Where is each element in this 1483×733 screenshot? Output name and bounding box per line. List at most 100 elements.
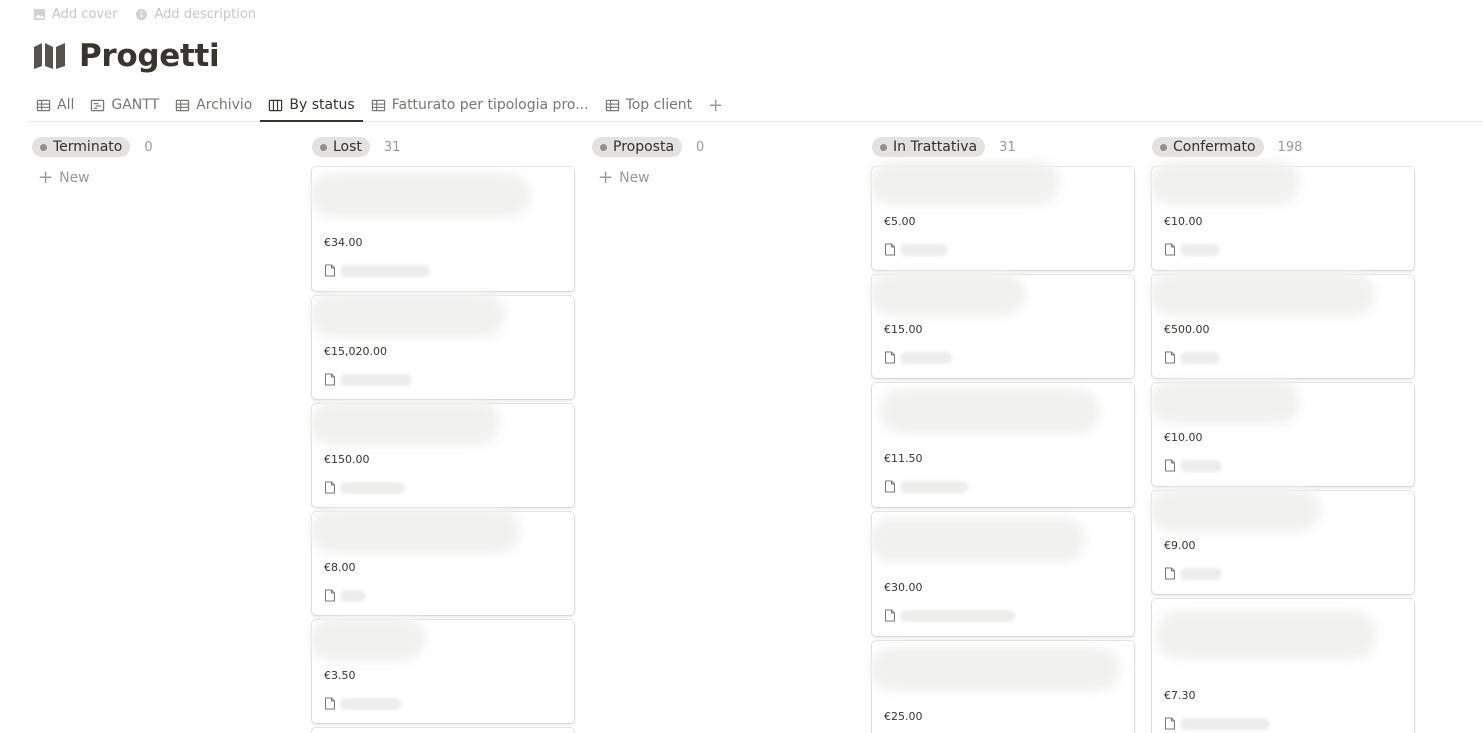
page-icon (885, 243, 895, 256)
page-title[interactable]: Progetti (79, 38, 220, 74)
card-relation[interactable] (324, 697, 402, 710)
board-card[interactable]: €3.50 (310, 617, 574, 723)
card-relation[interactable] (1164, 717, 1270, 730)
add-view-button[interactable]: + (700, 89, 731, 121)
column-header[interactable]: Lost 31 (312, 134, 574, 160)
new-card-button[interactable]: + New (32, 169, 294, 187)
status-pill[interactable]: Lost (312, 137, 370, 157)
tab-label: Archivio (196, 97, 253, 113)
relation-redacted (900, 480, 968, 493)
card-price: €10.00 (1164, 431, 1203, 444)
column-header[interactable]: In Trattativa 31 (872, 134, 1134, 160)
tab-fatturato[interactable]: Fatturato per tipologia pro... (363, 89, 597, 121)
card-relation[interactable] (884, 351, 952, 364)
card-title-redacted (1150, 272, 1375, 316)
map-icon[interactable] (33, 41, 67, 71)
status-pill[interactable]: In Trattativa (872, 137, 986, 157)
board-card[interactable]: €150.00 (310, 401, 574, 507)
board-card[interactable]: €15.00 (870, 272, 1134, 378)
add-description-button[interactable]: Add description (135, 7, 256, 22)
card-price: €34.00 (324, 236, 363, 249)
card-relation[interactable] (884, 609, 1015, 622)
board-column-lost: Lost 31 €34.00 €15,020.00 €150.00 €8.00 … (310, 134, 574, 733)
board-card[interactable]: €8.00 (310, 509, 574, 615)
board-card[interactable]: €7.30 (1152, 599, 1414, 733)
card-title-redacted (1150, 488, 1320, 532)
new-card-button[interactable]: + New (592, 169, 854, 187)
status-dot (880, 143, 887, 151)
column-name: Lost (333, 139, 362, 155)
card-price: €7.30 (1164, 689, 1196, 702)
relation-redacted (340, 264, 430, 277)
tab-all[interactable]: All (28, 89, 82, 121)
table-icon (36, 99, 51, 111)
tab-by-status[interactable]: By status (260, 89, 364, 122)
card-relation[interactable] (884, 243, 948, 256)
page-icon (325, 264, 335, 277)
column-count: 198 (1277, 139, 1303, 155)
status-pill[interactable]: Proposta (592, 137, 683, 157)
card-title-redacted (1156, 611, 1376, 659)
board-card[interactable]: €500.00 (1150, 272, 1414, 378)
board-card[interactable]: €30.00 (870, 512, 1134, 636)
tab-label: All (57, 97, 75, 113)
card-price: €5.00 (884, 215, 916, 228)
card-relation[interactable] (324, 481, 405, 494)
status-dot (40, 143, 47, 151)
tab-label: By status (289, 97, 355, 113)
relation-redacted (900, 609, 1015, 622)
relation-redacted (340, 481, 405, 494)
page-icon (1165, 567, 1175, 580)
column-count: 0 (144, 139, 153, 155)
card-relation[interactable] (324, 264, 430, 277)
page-icon (1165, 717, 1175, 730)
relation-redacted (1180, 351, 1220, 364)
column-name: Confermato (1173, 139, 1256, 155)
status-pill[interactable]: Terminato (32, 137, 131, 157)
board-card[interactable]: €11.50 (872, 383, 1134, 507)
column-header[interactable]: Confermato 198 (1152, 134, 1414, 160)
relation-redacted (340, 373, 412, 386)
card-relation[interactable] (324, 589, 366, 602)
card-relation[interactable] (1164, 459, 1222, 472)
card-price: €25.00 (884, 710, 923, 723)
card-relation[interactable] (1164, 567, 1222, 580)
tab-top-client[interactable]: Top client (597, 89, 701, 121)
column-name: Proposta (613, 139, 675, 155)
board-card[interactable]: €10.00 (1150, 380, 1414, 486)
board-card[interactable]: €9.00 (1150, 488, 1414, 594)
board-card[interactable]: €5.00 (870, 161, 1134, 270)
board-card[interactable]: €15,020.00 (310, 293, 574, 399)
card-price: €15.00 (884, 323, 923, 336)
add-description-label: Add description (154, 7, 257, 22)
card-title-redacted (310, 509, 520, 553)
board-card[interactable] (312, 728, 574, 733)
page-icon (885, 480, 895, 493)
timeline-icon (91, 99, 105, 111)
tab-gantt[interactable]: GANTT (82, 89, 167, 121)
column-header[interactable]: Proposta 0 (592, 134, 854, 160)
board-card[interactable]: €34.00 (310, 167, 574, 291)
board-card[interactable]: €25.00 (870, 641, 1134, 733)
board-card[interactable]: €10.00 (1150, 161, 1414, 270)
tab-archivio[interactable]: Archivio (167, 89, 260, 121)
page-icon (885, 351, 895, 364)
add-cover-button[interactable]: Add cover (33, 7, 117, 22)
column-header[interactable]: Terminato 0 (32, 134, 294, 160)
card-relation[interactable] (884, 480, 968, 493)
card-price: €8.00 (324, 561, 356, 574)
tab-label: Top client (625, 97, 693, 113)
card-relation[interactable] (1164, 351, 1220, 364)
page-top-actions: Add cover Add description (33, 7, 256, 22)
status-dot (600, 143, 607, 151)
card-price: €10.00 (1164, 215, 1203, 228)
card-relation[interactable] (1164, 243, 1220, 256)
board-column-in-trattativa: In Trattativa 31 €5.00 €15.00 €11.50 €30… (870, 134, 1134, 733)
card-relation[interactable] (324, 373, 412, 386)
card-title-redacted (310, 293, 505, 337)
page-icon (885, 609, 895, 622)
relation-redacted (340, 589, 366, 602)
status-pill[interactable]: Confermato (1152, 137, 1264, 157)
page-icon (1165, 243, 1175, 256)
relation-redacted (1180, 459, 1222, 472)
